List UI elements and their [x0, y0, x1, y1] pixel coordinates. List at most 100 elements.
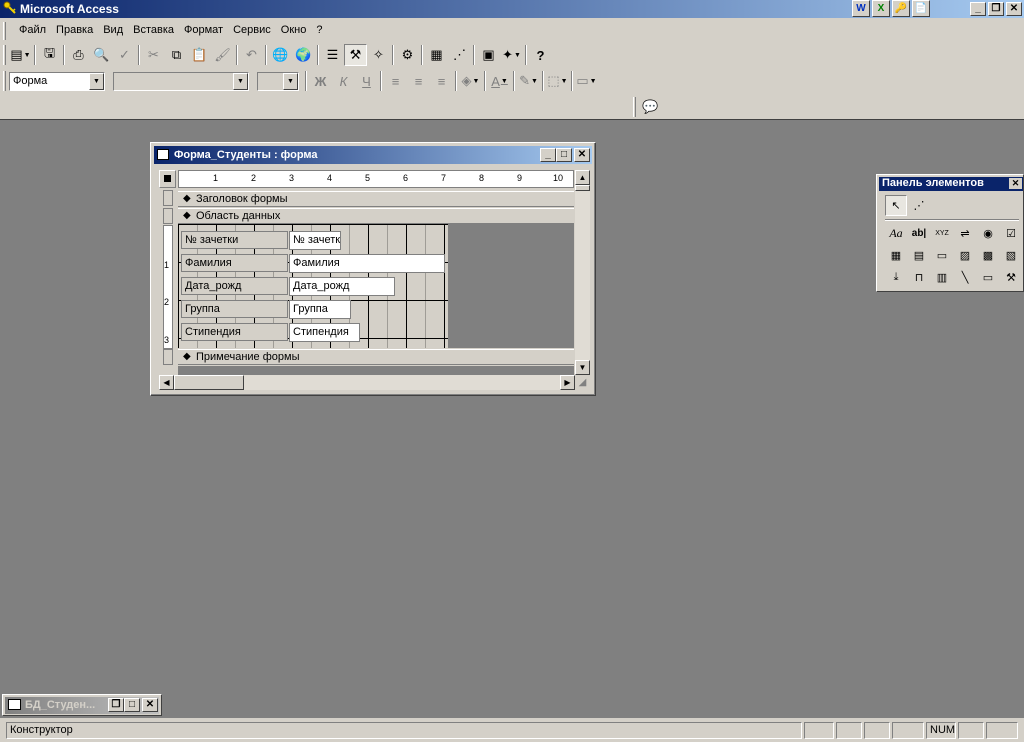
label-data-rozhd[interactable]: Дата_рожд	[181, 277, 288, 295]
scroll-thumb[interactable]	[174, 375, 244, 390]
object-combo[interactable]: Форма ▼	[9, 71, 105, 91]
bold-button[interactable]: Ж	[309, 70, 332, 92]
rectangle-tool-icon[interactable]: ▭	[977, 267, 999, 288]
menu-format[interactable]: Формат	[179, 24, 228, 36]
web-toolbar-icon[interactable]: 🌍	[292, 44, 315, 66]
db-maximize-button[interactable]: □	[124, 698, 140, 712]
db-restore-button[interactable]: ❐	[108, 698, 124, 712]
horizontal-scrollbar[interactable]: ◀ ▶	[159, 375, 575, 390]
copy-icon[interactable]: ⧉	[165, 44, 188, 66]
chevron-down-icon[interactable]: ▼	[89, 72, 104, 90]
subform-icon[interactable]: ▥	[931, 267, 953, 288]
vertical-scrollbar[interactable]: ▲ ▼	[575, 170, 590, 375]
code-icon[interactable]: ⚙	[396, 44, 419, 66]
document-shortcut-icon[interactable]: 📄	[912, 0, 930, 17]
app-close-button[interactable]: ✕	[1006, 2, 1022, 16]
form-header-section[interactable]: ◆ Заголовок формы	[178, 191, 574, 207]
underline-button[interactable]: Ч	[355, 70, 378, 92]
app-restore-button[interactable]: ❐	[988, 2, 1004, 16]
paste-icon[interactable]: 📋	[188, 44, 211, 66]
field-data-rozhd[interactable]: Дата_рожд	[289, 277, 395, 296]
align-right-icon[interactable]: ≡	[430, 70, 453, 92]
field-familiya[interactable]: Фамилия	[289, 254, 445, 273]
fill-color-icon[interactable]: ◈ ▼	[459, 70, 482, 92]
toolbox-icon[interactable]: ⚒	[344, 44, 367, 66]
view-icon[interactable]: ▤ ▼	[9, 44, 32, 66]
format-painter-icon[interactable]: 🖌	[211, 44, 234, 66]
font-size-combo[interactable]: ▼	[257, 71, 299, 91]
line-width-icon[interactable]: ⬚ ▼	[546, 70, 569, 92]
form-footer-section[interactable]: ◆ Примечание формы	[178, 349, 574, 365]
form-selector[interactable]	[159, 170, 176, 188]
label-zachetka[interactable]: № зачетки	[181, 231, 288, 249]
horizontal-ruler[interactable]: 1 2 3 4 5 6 7 8 9 10	[178, 170, 574, 188]
build-icon[interactable]: ⋰	[448, 44, 471, 66]
database-window-minimized[interactable]: БД_Студен... ❐ □ ✕	[2, 694, 162, 716]
option-group-icon[interactable]: XYZ	[931, 223, 953, 244]
resize-grip-icon[interactable]: ◢	[575, 375, 590, 390]
more-controls-icon[interactable]: ⚒	[1000, 267, 1022, 288]
label-tool-icon[interactable]: Aa	[885, 223, 907, 244]
menu-edit[interactable]: Правка	[51, 24, 98, 36]
scroll-right-icon[interactable]: ▶	[560, 375, 575, 390]
list-box-icon[interactable]: ▤	[908, 245, 930, 266]
office-assistant-icon[interactable]: 💬	[639, 96, 662, 118]
option-button-icon[interactable]: ◉	[977, 223, 999, 244]
font-combo[interactable]: ▼	[113, 71, 249, 91]
bound-object-icon[interactable]: ▧	[1000, 245, 1022, 266]
save-icon[interactable]: 🖫	[38, 44, 61, 66]
print-preview-icon[interactable]: 🔍	[90, 44, 113, 66]
db-close-button[interactable]: ✕	[142, 698, 158, 712]
close-icon[interactable]: ✕	[1009, 178, 1022, 189]
field-gruppa[interactable]: Группа	[289, 300, 351, 319]
line-color-icon[interactable]: ✎ ▼	[517, 70, 540, 92]
word-shortcut-icon[interactable]: W	[852, 0, 870, 17]
textbox-tool-icon[interactable]: ab|	[908, 223, 930, 244]
label-gruppa[interactable]: Группа	[181, 300, 288, 318]
select-objects-icon[interactable]: ↖	[885, 195, 907, 216]
checkbox-tool-icon[interactable]: ☑	[1000, 223, 1022, 244]
detail-section[interactable]: ◆ Область данных	[178, 208, 574, 224]
scroll-left-icon[interactable]: ◀	[159, 375, 174, 390]
control-wizards-icon[interactable]: ⋰	[908, 195, 930, 216]
menu-view[interactable]: Вид	[98, 24, 128, 36]
undo-icon[interactable]: ↶	[240, 44, 263, 66]
field-list-icon[interactable]: ☰	[321, 44, 344, 66]
field-zachetka[interactable]: № зачетк	[289, 231, 341, 250]
properties-icon[interactable]: ▦	[425, 44, 448, 66]
cut-icon[interactable]: ✂	[142, 44, 165, 66]
print-icon[interactable]: ⎙	[67, 44, 90, 66]
form-window-title-bar[interactable]: Форма_Студенты : форма _ □ ✕	[154, 146, 592, 164]
toolbox-title-bar[interactable]: Панель элементов ✕	[879, 177, 1023, 191]
italic-button[interactable]: К	[332, 70, 355, 92]
vertical-ruler[interactable]: 1 2 3	[160, 190, 176, 366]
database-window-icon[interactable]: ▣	[477, 44, 500, 66]
field-stipendiya[interactable]: Стипендия	[289, 323, 360, 342]
label-stipendiya[interactable]: Стипендия	[181, 323, 288, 341]
image-tool-icon[interactable]: ▨	[954, 245, 976, 266]
menu-window[interactable]: Окно	[276, 24, 312, 36]
special-effect-icon[interactable]: ▭ ▼	[575, 70, 598, 92]
menu-help[interactable]: ?	[311, 24, 327, 36]
unbound-object-icon[interactable]: ▩	[977, 245, 999, 266]
autoformat-icon[interactable]: ✧	[367, 44, 390, 66]
menu-tools[interactable]: Сервис	[228, 24, 276, 36]
menu-file[interactable]: Файл	[14, 24, 51, 36]
menu-insert[interactable]: Вставка	[128, 24, 179, 36]
scroll-up-icon[interactable]: ▲	[575, 170, 590, 185]
align-left-icon[interactable]: ≡	[384, 70, 407, 92]
insert-hyperlink-icon[interactable]: 🌐	[269, 44, 292, 66]
form-minimize-button[interactable]: _	[540, 148, 556, 162]
database-window-title-bar[interactable]: БД_Студен... ❐ □ ✕	[5, 697, 159, 714]
help-icon[interactable]: ?	[529, 44, 552, 66]
excel-shortcut-icon[interactable]: X	[872, 0, 890, 17]
label-familiya[interactable]: Фамилия	[181, 254, 288, 272]
new-object-icon[interactable]: ✦ ▼	[500, 44, 523, 66]
line-tool-icon[interactable]: ╲	[954, 267, 976, 288]
app-minimize-button[interactable]: _	[970, 2, 986, 16]
form-maximize-button[interactable]: □	[556, 148, 572, 162]
font-color-icon[interactable]: A ▼	[488, 70, 511, 92]
spelling-icon[interactable]: ✓	[113, 44, 136, 66]
chevron-down-icon[interactable]: ▼	[283, 72, 298, 90]
toggle-button-icon[interactable]: ⇌	[954, 223, 976, 244]
